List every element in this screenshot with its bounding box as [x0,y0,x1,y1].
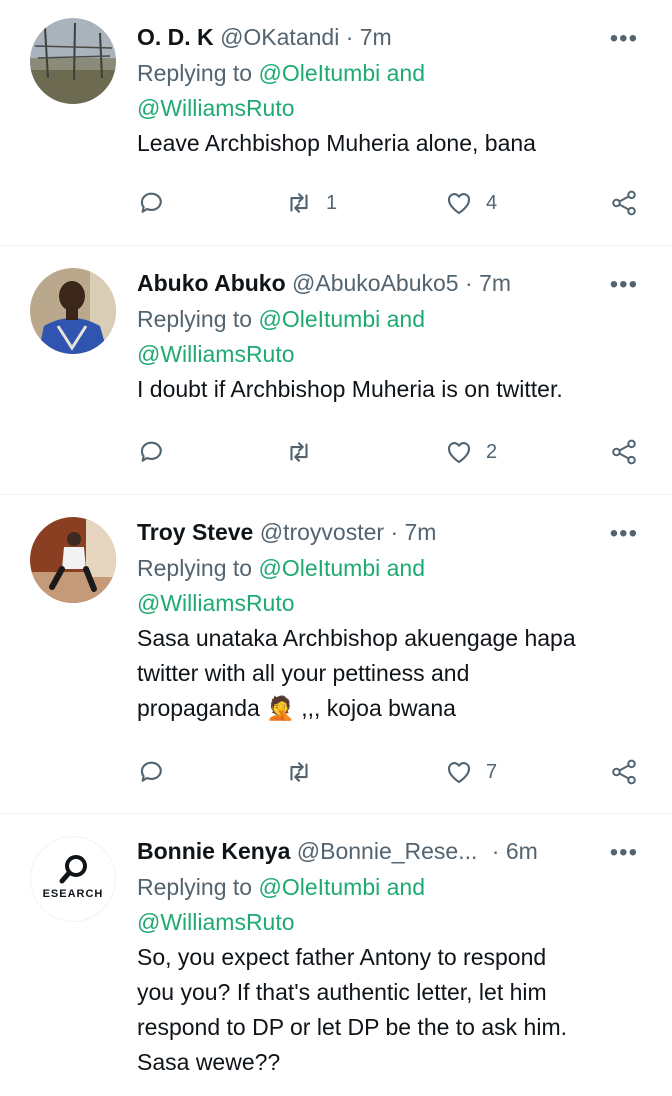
tweet-text: Leave Archbishop Muheria alone, bana [137,126,648,161]
retweet-icon [290,193,308,213]
separator-dot: · [491,838,500,864]
tweet-text: Sasa unataka Archbishop akuengage hapa t… [137,621,648,726]
reply-button[interactable] [137,188,167,218]
separator-dot: · [390,519,399,545]
tweet-header: O. D. K @OKatandi · 7m [137,22,648,52]
like-button[interactable]: 2 [444,437,497,467]
reply-icon [140,441,162,462]
mention-link[interactable]: @WilliamsRuto [137,909,295,935]
like-icon [447,193,471,215]
retweet-button[interactable] [284,437,326,467]
display-name[interactable]: Bonnie Kenya [137,838,290,864]
separator-dot: · [345,24,354,50]
display-name[interactable]: Abuko Abuko [137,270,286,296]
like-icon [447,442,471,464]
user-handle[interactable]: @AbukoAbuko5 [292,270,459,296]
user-handle[interactable]: @troyvoster [260,519,384,545]
user-handle[interactable]: @OKatandi [220,24,339,50]
more-icon[interactable]: ••• [610,273,638,297]
avatar[interactable] [30,18,116,104]
display-name[interactable]: O. D. K [137,24,214,50]
tweet-text-line: Sasa wewe?? [137,1049,281,1075]
user-handle[interactable]: @Bonnie_Rese... [297,838,478,864]
avatar[interactable]: ESEARCH [30,836,116,922]
like-count: 4 [486,191,498,214]
tweet-actions: 2 [137,437,648,477]
like-button[interactable]: 4 [444,188,497,218]
tweet-text-line: Sasa unataka Archbishop akuengage hapa [137,625,576,651]
timestamp[interactable]: 7m [360,24,392,50]
tweet-2[interactable]: Abuko Abuko @AbukoAbuko5 · 7m Replying t… [0,246,672,495]
tweet-text-line: I doubt if Archbishop Muheria is on twit… [137,376,563,402]
mention-link[interactable]: @OleItumbi and [258,306,425,332]
replying-to: Replying to @OleItumbi and @WilliamsRuto [137,56,648,126]
like-button[interactable]: 7 [444,757,497,787]
replying-prefix: Replying to [137,60,253,86]
like-icon [447,762,471,784]
like-count: 2 [486,440,498,463]
retweet-count: 1 [326,191,338,214]
reply-button[interactable] [137,437,167,467]
tweet-1[interactable]: O. D. K @OKatandi · 7m Replying to @OleI… [0,0,672,246]
tweet-text-line: respond to DP or let DP be the to ask hi… [137,1014,567,1040]
share-button[interactable] [609,437,639,467]
tweet-text-line: twitter with all your pettiness and [137,660,470,686]
avatar[interactable] [30,517,116,603]
replying-prefix: Replying to [137,555,253,581]
mention-link[interactable]: @OleItumbi and [258,60,425,86]
share-button[interactable] [609,757,639,787]
timestamp[interactable]: 6m [506,838,538,864]
replying-to: Replying to @OleItumbi and @WilliamsRuto [137,302,648,372]
mention-link[interactable]: @WilliamsRuto [137,95,295,121]
share-icon [612,439,636,465]
mention-link[interactable]: @OleItumbi and [258,874,425,900]
tweet-actions: 7 [137,757,648,797]
tweet-text-line: propaganda 🤦 ,,, kojoa bwana [137,695,456,721]
retweet-button[interactable] [284,757,326,787]
timestamp[interactable]: 7m [479,270,511,296]
mention-link[interactable]: @WilliamsRuto [137,341,295,367]
tweet-text-line: So, you expect father Antony to respond [137,944,547,970]
share-icon [612,190,636,216]
like-count: 7 [486,760,498,783]
share-icon [612,759,636,785]
retweet-button[interactable]: 1 [284,188,337,218]
tweet-header: Bonnie Kenya @Bonnie_Rese... · 6m [137,836,648,866]
tweet-text-line: Leave Archbishop Muheria alone, bana [137,130,536,156]
retweet-icon [290,442,308,462]
tweet-text: So, you expect father Antony to respond … [137,940,648,1080]
search-logo-icon [59,855,87,884]
share-button[interactable] [609,188,639,218]
tweet-text: I doubt if Archbishop Muheria is on twit… [137,372,648,407]
mention-link[interactable]: @OleItumbi and [258,555,425,581]
more-icon[interactable]: ••• [610,27,638,51]
reply-button[interactable] [137,757,167,787]
display-name[interactable]: Troy Steve [137,519,253,545]
replying-prefix: Replying to [137,874,253,900]
replying-to: Replying to @OleItumbi and @WilliamsRuto [137,870,648,940]
replying-to: Replying to @OleItumbi and @WilliamsRuto [137,551,648,621]
tweet-actions: 1 4 [137,188,648,228]
tweet-3[interactable]: Troy Steve @troyvoster · 7m Replying to … [0,495,672,814]
reply-icon [140,761,162,782]
tweet-header: Abuko Abuko @AbukoAbuko5 · 7m [137,268,648,298]
avatar[interactable] [30,268,116,354]
tweet-4[interactable]: ESEARCH Bonnie Kenya @Bonnie_Rese... · 6… [0,814,672,1096]
tweet-header: Troy Steve @troyvoster · 7m [137,517,648,547]
separator-dot: · [465,270,473,296]
more-icon[interactable]: ••• [610,841,638,865]
retweet-icon [290,762,308,782]
more-icon[interactable]: ••• [610,522,638,546]
tweet-text-line: you you? If that's authentic letter, let… [137,979,547,1005]
replying-prefix: Replying to [137,306,253,332]
reply-icon [140,192,162,213]
mention-link[interactable]: @WilliamsRuto [137,590,295,616]
timestamp[interactable]: 7m [405,519,437,545]
avatar-logo-text: ESEARCH [42,888,104,900]
